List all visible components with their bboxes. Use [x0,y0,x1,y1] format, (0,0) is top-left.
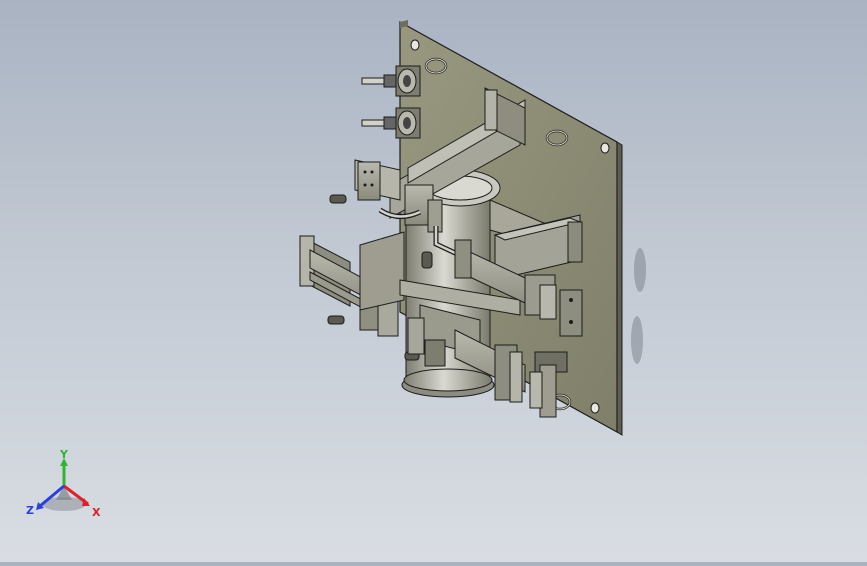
mounting-hole [590,402,600,414]
coordinate-triad[interactable]: Y X Z [26,448,106,522]
pneumatic-fitting-upper[interactable] [361,65,421,97]
triad-cone [56,486,72,500]
pneumatic-fitting-lower[interactable] [361,107,421,139]
z-axis-label: Z [26,504,34,517]
mounting-hole [600,142,610,154]
shadow [631,248,646,364]
cad-graphics-area[interactable]: Y X Z [0,0,867,562]
assembly-model[interactable] [0,0,867,562]
gripper-cylinder-left[interactable] [299,231,405,337]
mounting-hole [410,39,420,51]
y-axis-label: Y [59,448,69,461]
x-axis-label: X [92,506,101,519]
